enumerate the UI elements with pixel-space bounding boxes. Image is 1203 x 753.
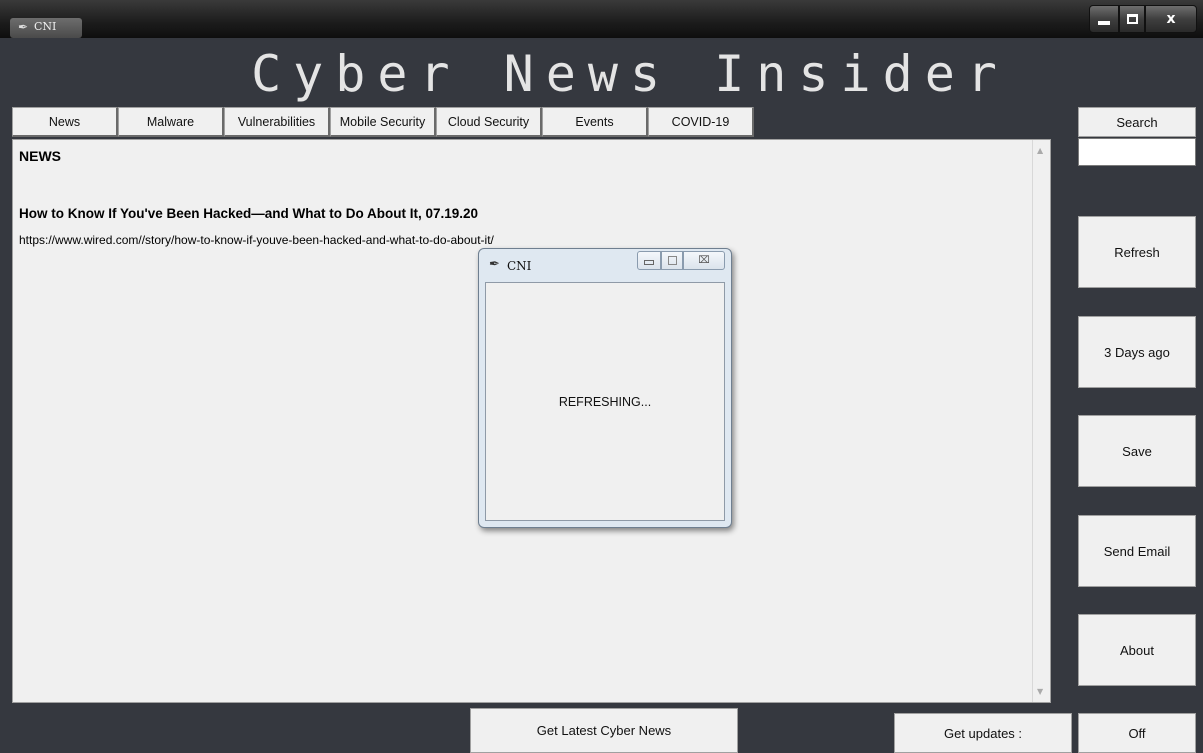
article-link[interactable]: https://www.wired.com//story/how-to-know… — [19, 233, 494, 247]
minimize-icon — [644, 260, 654, 265]
close-icon: ⌧ — [698, 255, 710, 266]
refreshing-dialog[interactable]: ✒ CNI ⌧ REFRESHING... — [478, 248, 732, 528]
close-icon: x — [1166, 11, 1176, 27]
scroll-up-icon[interactable]: ▲ — [1037, 146, 1043, 155]
window-titlebar[interactable]: ✒ CNI x — [0, 0, 1203, 38]
tab-events[interactable]: Events — [542, 107, 648, 137]
main-window: ✒ CNI x Cyber News Insider News Malware … — [0, 0, 1203, 753]
scroll-down-icon[interactable]: ▼ — [1037, 687, 1043, 696]
category-tabs: News Malware Vulnerabilities Mobile Secu… — [12, 107, 754, 137]
right-sidebar: Search Refresh 3 Days ago Save Send Emai… — [1078, 38, 1196, 753]
get-updates-label: Get updates : — [894, 713, 1072, 753]
close-button[interactable]: x — [1145, 5, 1197, 33]
tab-covid-19[interactable]: COVID-19 — [648, 107, 754, 137]
about-button[interactable]: About — [1078, 614, 1196, 686]
article-title: How to Know If You've Been Hacked—and Wh… — [19, 206, 479, 221]
refresh-button[interactable]: Refresh — [1078, 216, 1196, 288]
search-button[interactable]: Search — [1078, 107, 1196, 137]
window-controls: x — [1089, 5, 1197, 35]
section-heading: NEWS — [19, 148, 61, 164]
tab-malware[interactable]: Malware — [118, 107, 224, 137]
dialog-body: REFRESHING... — [485, 282, 725, 521]
maximize-button[interactable] — [1119, 5, 1145, 33]
dialog-title: CNI — [507, 259, 532, 273]
app-title: Cyber News Insider — [251, 45, 1009, 103]
maximize-icon — [1126, 14, 1138, 24]
dialog-minimize-button[interactable] — [637, 251, 661, 270]
tab-cloud-security[interactable]: Cloud Security — [436, 107, 542, 137]
updates-toggle-button[interactable]: Off — [1078, 713, 1196, 753]
tab-mobile-security[interactable]: Mobile Security — [330, 107, 436, 137]
window-title: CNI — [34, 20, 57, 33]
dialog-close-button[interactable]: ⌧ — [683, 251, 725, 270]
feather-icon: ✒ — [489, 257, 500, 272]
feather-icon: ✒ — [18, 20, 29, 34]
three-days-ago-button[interactable]: 3 Days ago — [1078, 316, 1196, 388]
get-latest-news-button[interactable]: Get Latest Cyber News — [470, 708, 738, 753]
dialog-controls: ⌧ — [637, 251, 725, 271]
search-input[interactable] — [1078, 138, 1196, 166]
send-email-button[interactable]: Send Email — [1078, 515, 1196, 587]
maximize-icon — [667, 256, 677, 265]
save-button[interactable]: Save — [1078, 415, 1196, 487]
vertical-scrollbar[interactable]: ▲ ▼ — [1032, 140, 1050, 702]
minimize-icon — [1098, 21, 1110, 25]
tab-vulnerabilities[interactable]: Vulnerabilities — [224, 107, 330, 137]
tab-news[interactable]: News — [12, 107, 118, 137]
refreshing-message: REFRESHING... — [558, 395, 652, 409]
dialog-maximize-button[interactable] — [661, 251, 683, 270]
minimize-button[interactable] — [1089, 5, 1119, 33]
